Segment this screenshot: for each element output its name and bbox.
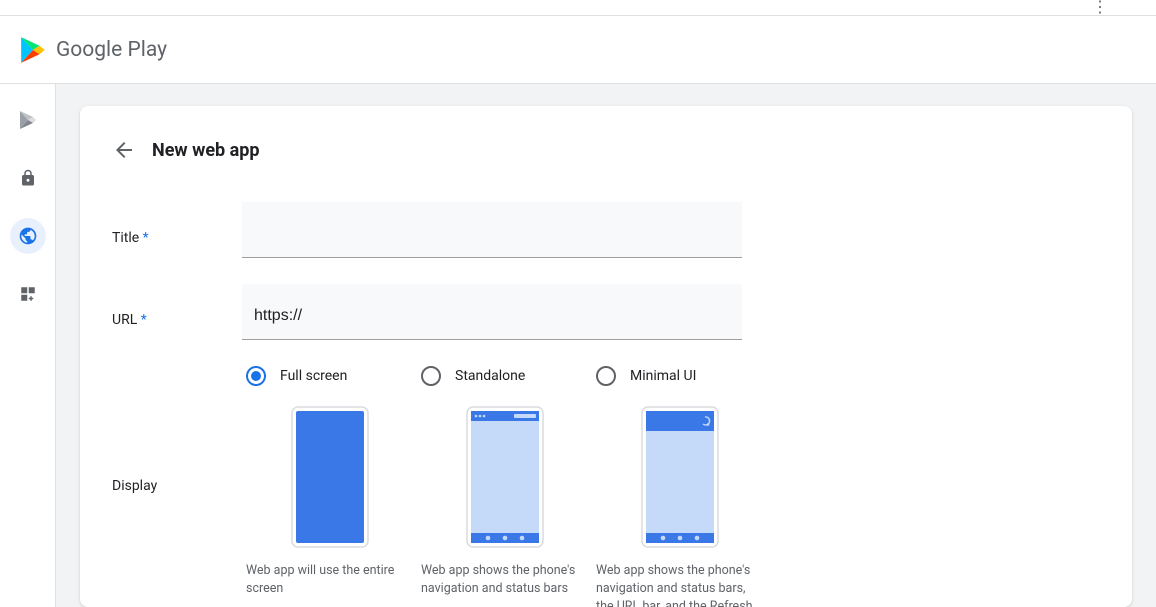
widgets-icon xyxy=(19,285,37,303)
play-triangle-icon xyxy=(20,36,46,64)
phone-preview-standalone xyxy=(466,406,544,548)
arrow-left-icon xyxy=(112,138,136,162)
lock-icon xyxy=(19,168,37,188)
globe-icon xyxy=(18,226,38,246)
display-field-label: Display xyxy=(112,366,242,494)
phone-preview-full-screen xyxy=(291,406,369,548)
radio-label-full-screen: Full screen xyxy=(280,368,347,384)
sidebar-item-web-apps[interactable] xyxy=(10,218,46,254)
breadcrumb: ⋮ xyxy=(0,0,1156,16)
url-field-label: URL * xyxy=(112,284,242,328)
radio-minimal-ui[interactable] xyxy=(596,366,616,386)
play-store-icon xyxy=(18,109,38,131)
desc-full-screen: Web app will use the entire screen xyxy=(246,562,413,598)
kebab-menu-icon[interactable]: ⋮ xyxy=(1092,0,1108,16)
desc-minimal-ui: Web app shows the phone's navigation and… xyxy=(596,562,763,607)
google-play-logo: Google Play xyxy=(20,36,167,64)
display-option-standalone[interactable]: Standalone xyxy=(417,366,592,607)
new-web-app-card: New web app Title * URL * Display xyxy=(80,106,1132,607)
radio-full-screen[interactable] xyxy=(246,366,266,386)
back-button[interactable] xyxy=(112,138,136,162)
sidebar-item-private-apps[interactable] xyxy=(10,160,46,196)
radio-label-standalone: Standalone xyxy=(455,368,525,384)
title-field-label: Title * xyxy=(112,202,242,246)
left-sidebar xyxy=(0,84,56,607)
phone-preview-minimal-ui xyxy=(641,406,719,548)
google-play-header: Google Play xyxy=(0,16,1156,84)
radio-standalone[interactable] xyxy=(421,366,441,386)
header-brand-text: Google Play xyxy=(56,38,167,62)
url-input[interactable] xyxy=(242,284,742,340)
display-option-full-screen[interactable]: Full screen Web app will use the entire … xyxy=(242,366,417,607)
desc-standalone: Web app shows the phone's navigation and… xyxy=(421,562,588,598)
sidebar-item-organize-apps[interactable] xyxy=(10,276,46,312)
page-title: New web app xyxy=(152,140,260,161)
display-option-minimal-ui[interactable]: Minimal UI xyxy=(592,366,767,607)
title-input[interactable] xyxy=(242,202,742,258)
sidebar-item-play-store[interactable] xyxy=(10,102,46,138)
radio-label-minimal-ui: Minimal UI xyxy=(630,368,696,384)
